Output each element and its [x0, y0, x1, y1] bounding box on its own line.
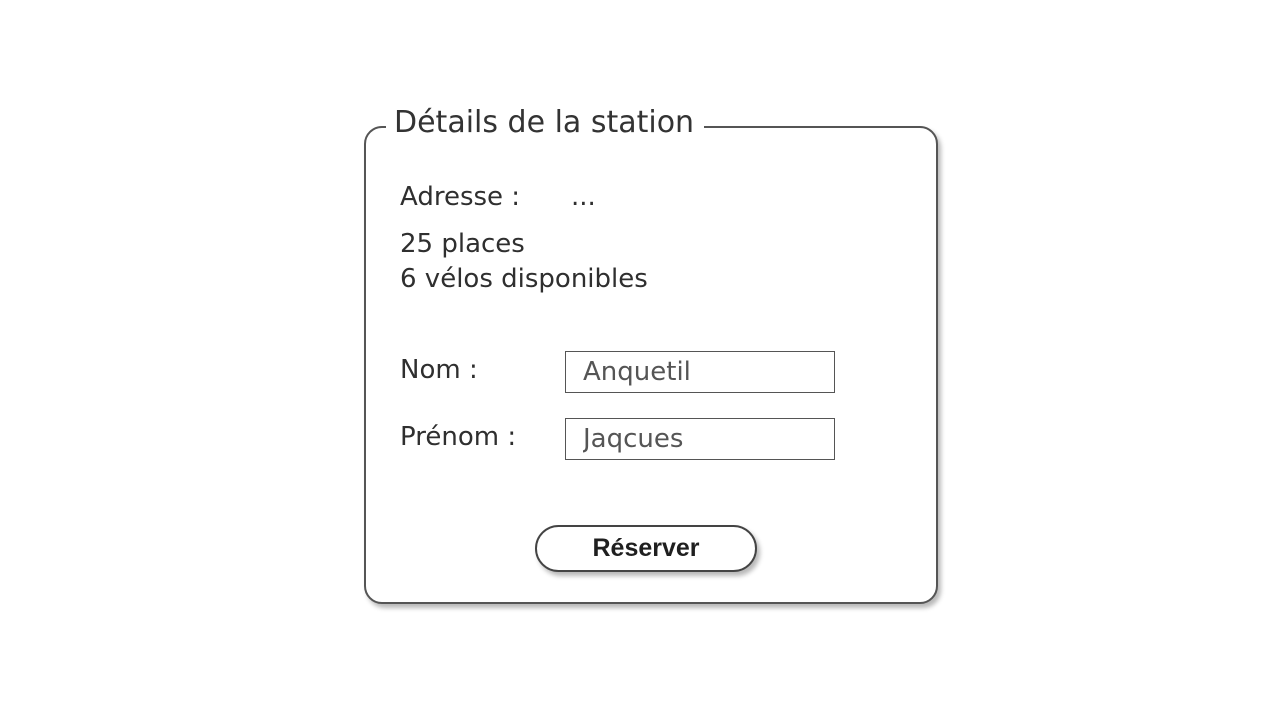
address-label: Adresse :	[400, 182, 521, 212]
reserve-button[interactable]: Réserver	[535, 525, 757, 572]
bikes-available: 6 vélos disponibles	[400, 264, 648, 294]
address-value: ...	[571, 182, 596, 212]
prenom-input[interactable]	[565, 418, 835, 460]
panel-title: Détails de la station	[386, 103, 705, 143]
places-count: 25 places	[400, 229, 525, 259]
prenom-label: Prénom :	[400, 422, 517, 452]
nom-input[interactable]	[565, 351, 835, 393]
nom-label: Nom :	[400, 355, 478, 385]
